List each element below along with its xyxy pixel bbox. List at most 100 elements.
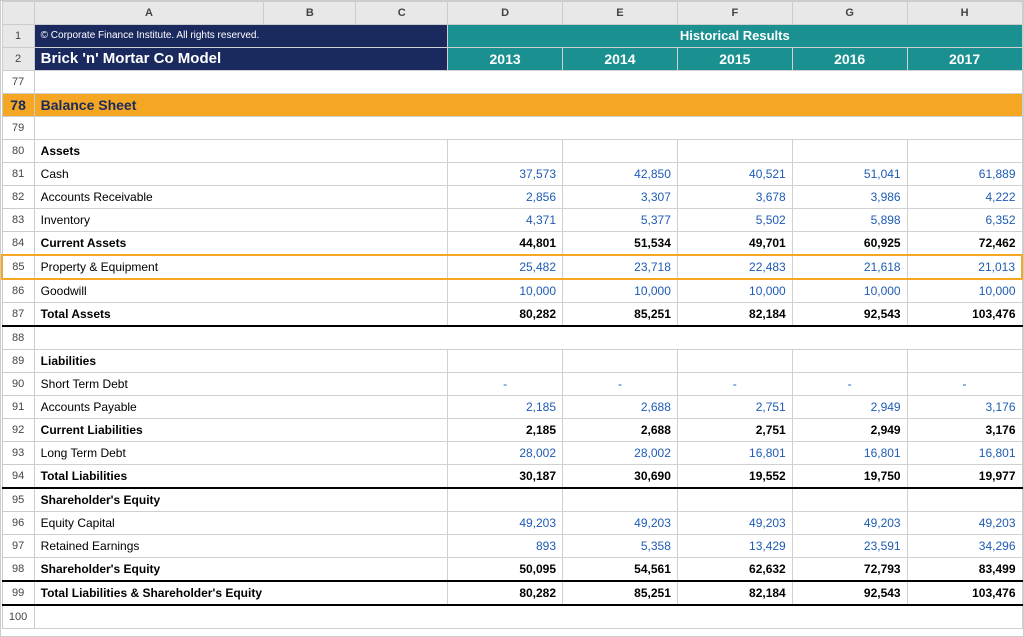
goodwill-2015: 10,000 <box>677 279 792 303</box>
year-2016: 2016 <box>792 48 907 71</box>
shareholders-equity-2015: 62,632 <box>677 558 792 582</box>
col-header-a[interactable]: A <box>34 2 264 25</box>
total-liabilities-equity-2017: 103,476 <box>907 581 1022 605</box>
current-assets-2016: 60,925 <box>792 232 907 256</box>
ap-2017: 3,176 <box>907 396 1022 419</box>
row-num-85: 85 <box>2 255 34 279</box>
cash-2013: 37,573 <box>448 163 563 186</box>
total-assets-2014: 85,251 <box>563 303 678 327</box>
col-header-f[interactable]: F <box>677 2 792 25</box>
year-2017: 2017 <box>907 48 1022 71</box>
current-liabilities-2016: 2,949 <box>792 419 907 442</box>
year-2014: 2014 <box>563 48 678 71</box>
ltd-2017: 16,801 <box>907 442 1022 465</box>
col-header-e[interactable]: E <box>563 2 678 25</box>
row-95: 95 Shareholder's Equity <box>2 488 1022 512</box>
row-num-92: 92 <box>2 419 34 442</box>
shareholders-equity-2017: 83,499 <box>907 558 1022 582</box>
row-num-100: 100 <box>2 605 34 629</box>
row-num-86: 86 <box>2 279 34 303</box>
row-80: 80 Assets <box>2 140 1022 163</box>
cash-2017: 61,889 <box>907 163 1022 186</box>
current-liabilities-2015: 2,751 <box>677 419 792 442</box>
ar-2017: 4,222 <box>907 186 1022 209</box>
row-num-84: 84 <box>2 232 34 256</box>
row-num-94: 94 <box>2 465 34 489</box>
row-99: 99 Total Liabilities & Shareholder's Equ… <box>2 581 1022 605</box>
historical-results-header: Historical Results <box>448 25 1022 48</box>
total-liabilities-2017: 19,977 <box>907 465 1022 489</box>
current-liabilities-label: Current Liabilities <box>34 419 448 442</box>
total-liabilities-equity-2016: 92,543 <box>792 581 907 605</box>
row-num-99: 99 <box>2 581 34 605</box>
inventory-2014: 5,377 <box>563 209 678 232</box>
row-num-96: 96 <box>2 512 34 535</box>
ltd-2013: 28,002 <box>448 442 563 465</box>
shareholders-equity-2013: 50,095 <box>448 558 563 582</box>
col-header-c[interactable]: C <box>356 2 448 25</box>
col-header-d[interactable]: D <box>448 2 563 25</box>
col-header-g[interactable]: G <box>792 2 907 25</box>
row-96: 96 Equity Capital 49,203 49,203 49,203 4… <box>2 512 1022 535</box>
total-liabilities-2013: 30,187 <box>448 465 563 489</box>
row-94: 94 Total Liabilities 30,187 30,690 19,55… <box>2 465 1022 489</box>
inventory-label: Inventory <box>34 209 448 232</box>
ppe-2015: 22,483 <box>677 255 792 279</box>
total-assets-2016: 92,543 <box>792 303 907 327</box>
row-86: 86 Goodwill 10,000 10,000 10,000 10,000 … <box>2 279 1022 303</box>
row-num-97: 97 <box>2 535 34 558</box>
current-liabilities-2013: 2,185 <box>448 419 563 442</box>
current-assets-label: Current Assets <box>34 232 448 256</box>
total-liabilities-equity-2014: 85,251 <box>563 581 678 605</box>
goodwill-2014: 10,000 <box>563 279 678 303</box>
equity-capital-2016: 49,203 <box>792 512 907 535</box>
inventory-2016: 5,898 <box>792 209 907 232</box>
shareholders-equity-2014: 54,561 <box>563 558 678 582</box>
inventory-2013: 4,371 <box>448 209 563 232</box>
ltd-2016: 16,801 <box>792 442 907 465</box>
equity-capital-label: Equity Capital <box>34 512 448 535</box>
ap-label: Accounts Payable <box>34 396 448 419</box>
row-85-ppe: 85 Property & Equipment 25,482 23,718 22… <box>2 255 1022 279</box>
row-91: 91 Accounts Payable 2,185 2,688 2,751 2,… <box>2 396 1022 419</box>
corner-cell <box>2 2 34 25</box>
row-num-95: 95 <box>2 488 34 512</box>
row-92: 92 Current Liabilities 2,185 2,688 2,751… <box>2 419 1022 442</box>
row-90: 90 Short Term Debt - - - - - <box>2 373 1022 396</box>
row-2: 2 Brick 'n' Mortar Co Model 2013 2014 20… <box>2 48 1022 71</box>
goodwill-2013: 10,000 <box>448 279 563 303</box>
row-97: 97 Retained Earnings 893 5,358 13,429 23… <box>2 535 1022 558</box>
equity-capital-2017: 49,203 <box>907 512 1022 535</box>
row-89: 89 Liabilities <box>2 350 1022 373</box>
ar-2013: 2,856 <box>448 186 563 209</box>
total-liabilities-2016: 19,750 <box>792 465 907 489</box>
col-header-b[interactable]: B <box>264 2 356 25</box>
shareholders-equity-2016: 72,793 <box>792 558 907 582</box>
goodwill-label: Goodwill <box>34 279 448 303</box>
row-93: 93 Long Term Debt 28,002 28,002 16,801 1… <box>2 442 1022 465</box>
ap-2014: 2,688 <box>563 396 678 419</box>
total-liabilities-equity-2015: 82,184 <box>677 581 792 605</box>
current-liabilities-2017: 3,176 <box>907 419 1022 442</box>
row-num-80: 80 <box>2 140 34 163</box>
current-assets-2015: 49,701 <box>677 232 792 256</box>
year-2013: 2013 <box>448 48 563 71</box>
equity-capital-2014: 49,203 <box>563 512 678 535</box>
ap-2013: 2,185 <box>448 396 563 419</box>
ar-2014: 3,307 <box>563 186 678 209</box>
equity-section-label: Shareholder's Equity <box>34 488 448 512</box>
std-2017: - <box>907 373 1022 396</box>
row-num-87: 87 <box>2 303 34 327</box>
col-header-h[interactable]: H <box>907 2 1022 25</box>
ar-2015: 3,678 <box>677 186 792 209</box>
row-num-1: 1 <box>2 25 34 48</box>
goodwill-2017: 10,000 <box>907 279 1022 303</box>
std-label: Short Term Debt <box>34 373 448 396</box>
inventory-2015: 5,502 <box>677 209 792 232</box>
total-liabilities-equity-label: Total Liabilities & Shareholder's Equity <box>34 581 448 605</box>
total-liabilities-label: Total Liabilities <box>34 465 448 489</box>
copyright-cell: © Corporate Finance Institute. All right… <box>34 25 448 48</box>
row-num-83: 83 <box>2 209 34 232</box>
liabilities-label: Liabilities <box>34 350 448 373</box>
assets-label: Assets <box>34 140 448 163</box>
